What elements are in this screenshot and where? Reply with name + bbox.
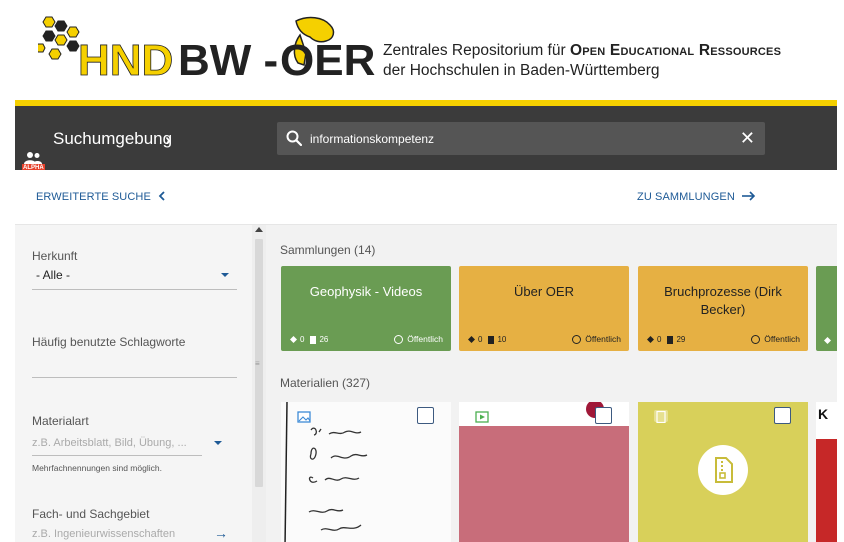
subject-arrow-right-icon[interactable]: → <box>214 525 228 541</box>
material-card-partial[interactable]: K <box>816 402 837 542</box>
material-type-underline <box>32 455 202 456</box>
collection-title: Geophysik - Videos <box>309 284 423 299</box>
material-card[interactable] <box>281 402 451 542</box>
to-collections-label: ZU SAMMLUNGEN <box>637 191 735 203</box>
material-count: 10 <box>488 335 506 344</box>
shapes-icon <box>824 337 831 344</box>
collection-card-partial[interactable] <box>816 266 837 351</box>
materials-section-title: Materialien (327) <box>280 376 371 390</box>
partial-thumbnail <box>816 439 837 542</box>
material-dropdown-caret-icon[interactable] <box>214 441 222 445</box>
material-type-hint: Mehrfachnennungen sind möglich. <box>32 463 162 473</box>
video-thumbnail <box>459 426 629 542</box>
globe-icon <box>572 334 582 344</box>
resize-grip-icon[interactable]: ≡ <box>255 359 260 368</box>
clear-search-icon[interactable]: ✕ <box>740 129 755 147</box>
filter-sidebar: Herkunft - Alle - Häufig benutzte Schlag… <box>15 225 257 542</box>
chevron-left-icon <box>158 191 165 201</box>
tagline-prefix: Zentrales Repositorium für <box>383 42 570 59</box>
document-icon <box>488 335 495 344</box>
subcollection-count: 0 <box>647 335 661 344</box>
globe-icon <box>751 334 761 344</box>
file-type-icon <box>654 410 668 424</box>
collections-section-title: Sammlungen (14) <box>280 243 376 257</box>
collection-title: Bruchprozesse (Dirk Becker) <box>664 284 782 317</box>
origin-filter-value[interactable]: - Alle - <box>36 268 70 282</box>
banner-tagline: Zentrales Repositorium für Open Educatio… <box>383 41 781 81</box>
shapes-icon <box>647 336 654 343</box>
results-area: Sammlungen (14) Geophysik - Videos 0 26 … <box>266 225 837 542</box>
keywords-filter-label: Häufig benutzte Schlagworte <box>32 335 186 349</box>
material-type-label: Materialart <box>32 414 89 428</box>
collection-counts: 0 10 <box>468 335 506 344</box>
sidebar-scrollbar[interactable]: ≡ <box>252 225 266 542</box>
advanced-search-link[interactable]: ERWEITERTE SUCHE <box>36 191 166 203</box>
svg-text:BW -: BW - <box>178 36 278 85</box>
partial-thumbnail-text: K <box>818 406 829 422</box>
logo-hnd-text: HND <box>78 36 173 85</box>
app-page: HND BW - OER Zentrales Repositorium für … <box>0 0 844 542</box>
alpha-users-icon[interactable]: ALPHA <box>18 128 45 172</box>
search-input[interactable] <box>310 122 720 155</box>
globe-icon <box>394 334 404 344</box>
sub-navigation: ERWEITERTE SUCHE ZU SAMMLUNGEN <box>15 170 837 225</box>
scroll-up-arrow-icon[interactable] <box>255 227 263 232</box>
site-banner: HND BW - OER Zentrales Repositorium für … <box>15 3 837 106</box>
collection-counts <box>824 337 831 344</box>
origin-filter-underline <box>32 289 237 290</box>
material-count: 26 <box>310 335 328 344</box>
advanced-search-label: ERWEITERTE SUCHE <box>36 191 151 203</box>
search-box: ✕ <box>277 122 765 155</box>
zip-file-icon <box>698 445 748 495</box>
search-toolbar: ALPHA Suchumgebung › ✕ <box>15 106 837 172</box>
tagline-oer: Open Educational Ressources <box>569 42 782 59</box>
image-type-icon <box>297 410 311 423</box>
material-count: 29 <box>667 335 685 344</box>
arrow-right-icon <box>742 191 756 201</box>
chevron-right-icon[interactable]: › <box>165 130 171 150</box>
collection-title: Über OER <box>514 284 574 299</box>
tagline-line2: der Hochschulen in Baden-Württemberg <box>383 62 660 79</box>
material-type-input[interactable]: z.B. Arbeitsblatt, Bild, Übung, ... <box>32 437 187 449</box>
collection-card[interactable]: Über OER 0 10 Öffentlich <box>459 266 629 351</box>
collection-counts: 0 29 <box>647 335 685 344</box>
people-icon <box>24 152 42 164</box>
collection-card[interactable]: Bruchprozesse (Dirk Becker) 0 29 Öffentl… <box>638 266 808 351</box>
material-card[interactable] <box>459 402 629 542</box>
search-icon[interactable] <box>286 130 302 146</box>
shapes-icon <box>468 336 475 343</box>
document-icon <box>310 335 317 344</box>
to-collections-link[interactable]: ZU SAMMLUNGEN <box>637 191 756 203</box>
hnd-bw-oer-logo[interactable]: HND BW - OER <box>38 13 378 91</box>
subcollection-count: 0 <box>468 335 482 344</box>
svg-text:OER: OER <box>280 36 375 85</box>
material-card[interactable] <box>638 402 808 542</box>
video-type-icon <box>475 410 489 423</box>
visibility-badge: Öffentlich <box>572 334 621 344</box>
select-checkbox[interactable] <box>595 407 612 424</box>
collection-card[interactable]: Geophysik - Videos 0 26 Öffentlich <box>281 266 451 351</box>
select-checkbox[interactable] <box>417 407 434 424</box>
document-icon <box>667 335 674 344</box>
origin-dropdown-caret-icon[interactable] <box>221 273 229 277</box>
origin-filter-label: Herkunft <box>32 249 78 263</box>
subcollection-count: 0 <box>290 335 304 344</box>
keywords-input-underline[interactable] <box>32 377 237 378</box>
collection-counts: 0 26 <box>290 335 328 344</box>
subject-filter-label: Fach- und Sachgebiet <box>32 507 150 521</box>
search-environment-label[interactable]: Suchumgebung <box>53 129 172 149</box>
shapes-icon <box>290 336 297 343</box>
select-checkbox[interactable] <box>774 407 791 424</box>
subject-filter-input[interactable]: z.B. Ingenieurwissenschaften <box>32 528 175 540</box>
visibility-badge: Öffentlich <box>394 334 443 344</box>
visibility-badge: Öffentlich <box>751 334 800 344</box>
